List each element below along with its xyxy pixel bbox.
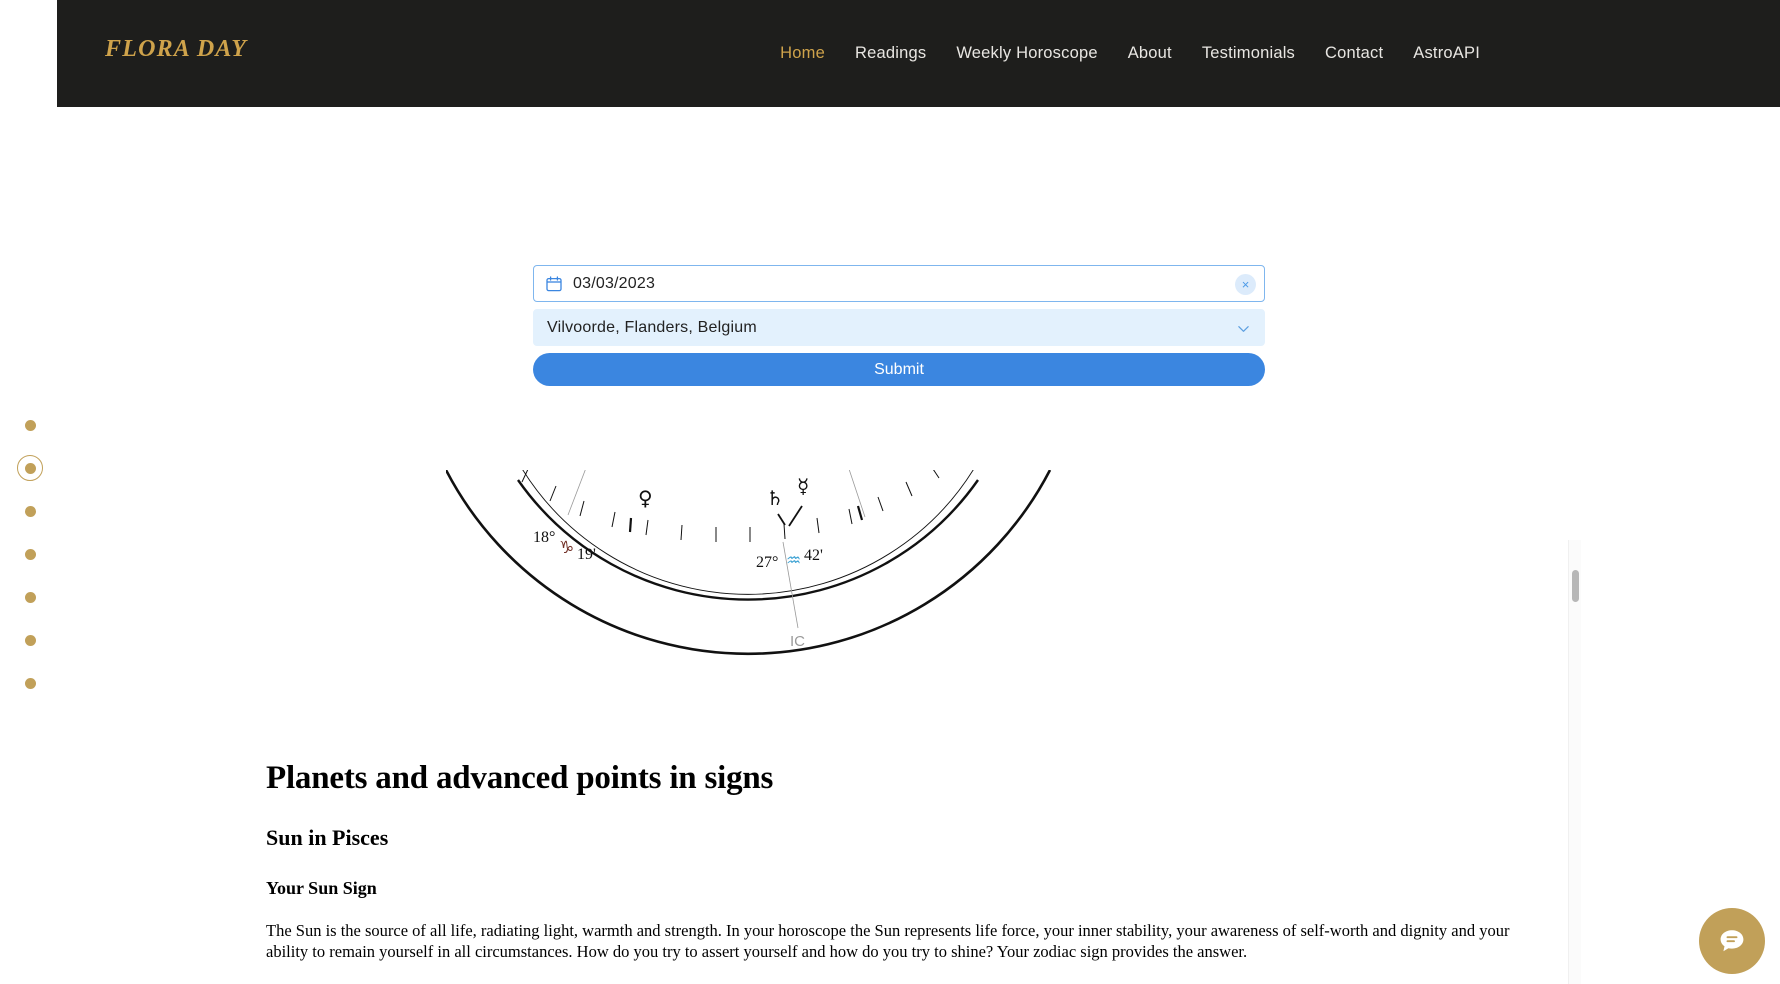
dot-nav-item-5[interactable]: [17, 584, 43, 610]
subsection-heading-your-sun-sign: Your Sun Sign: [266, 878, 377, 898]
chart-degree-ticks: [521, 470, 940, 542]
dot-nav-item-2-active[interactable]: [17, 455, 43, 481]
chevron-down-icon: [1238, 326, 1249, 332]
nav-item-about[interactable]: About: [1128, 44, 1172, 63]
nav-item-readings[interactable]: Readings: [855, 44, 926, 63]
natal-chart-wheel[interactable]: ♀ ♄ ☿ 18° ♑ 19' 27° ♒ 42' IC: [446, 470, 1146, 670]
date-input-value[interactable]: 03/03/2023: [573, 275, 655, 293]
dot-icon: [24, 548, 36, 560]
date-clear-button[interactable]: ×: [1235, 274, 1256, 295]
page-root: FLORA DAY Home Readings Weekly Horoscope…: [0, 0, 1780, 984]
chart-major-ticks: [628, 505, 864, 533]
cusp-degree-aquarius: 27°: [756, 554, 778, 571]
cusp-degree-capricorn: 18°: [533, 529, 555, 546]
planet-glyph-saturn[interactable]: ♄: [766, 486, 784, 510]
dot-icon: [24, 419, 36, 431]
chat-bubble-icon: [1720, 930, 1744, 952]
main-navigation: Home Readings Weekly Horoscope About Tes…: [780, 0, 1480, 107]
planet-glyph-mercury[interactable]: ☿: [797, 474, 809, 498]
site-logo[interactable]: FLORA DAY: [105, 36, 247, 63]
inner-content-scrollbar[interactable]: [1568, 540, 1581, 984]
section-heading-sun-in-pisces: Sun in Pisces: [266, 825, 389, 850]
site-header: FLORA DAY Home Readings Weekly Horoscope…: [57, 0, 1780, 107]
dot-icon: [24, 462, 36, 474]
nav-item-astroapi[interactable]: AstroAPI: [1413, 44, 1480, 63]
chart-outer-ring: [446, 470, 1052, 656]
date-input-wrapper[interactable]: 03/03/2023 ×: [533, 265, 1265, 302]
section-dot-navigation: [17, 412, 43, 696]
submit-button[interactable]: Submit: [533, 353, 1265, 386]
calendar-icon: [546, 275, 562, 291]
nav-item-contact[interactable]: Contact: [1325, 44, 1383, 63]
nav-item-home[interactable]: Home: [780, 44, 825, 63]
dot-icon: [24, 634, 36, 646]
dot-nav-item-7[interactable]: [17, 670, 43, 696]
interpretation-article: Planets and advanced points in signs Sun…: [266, 760, 1551, 984]
nav-item-testimonials[interactable]: Testimonials: [1202, 44, 1295, 63]
scrollbar-thumb[interactable]: [1572, 570, 1579, 602]
ic-label: IC: [790, 633, 805, 650]
dot-nav-item-1[interactable]: [17, 412, 43, 438]
dot-nav-item-3[interactable]: [17, 498, 43, 524]
nav-item-weekly-horoscope[interactable]: Weekly Horoscope: [956, 44, 1097, 63]
section-paragraph-sun: The Sun is the source of all life, radia…: [266, 921, 1510, 962]
dot-icon: [24, 591, 36, 603]
birth-data-form: 03/03/2023 × Vilvoorde, Flanders, Belgiu…: [533, 265, 1265, 386]
dot-nav-item-6[interactable]: [17, 627, 43, 653]
chat-button[interactable]: [1699, 908, 1765, 974]
cusp-minutes-aquarius: 42': [804, 547, 823, 564]
sign-glyph-aquarius: ♒: [786, 551, 801, 571]
cusp-minutes-capricorn: 19': [577, 546, 596, 563]
location-select-value[interactable]: Vilvoorde, Flanders, Belgium: [547, 319, 757, 337]
dot-icon: [24, 505, 36, 517]
dot-nav-item-4[interactable]: [17, 541, 43, 567]
planet-glyph-venus[interactable]: ♀: [638, 486, 653, 510]
dot-icon: [24, 677, 36, 689]
article-heading: Planets and advanced points in signs: [266, 760, 774, 796]
location-select-wrapper[interactable]: Vilvoorde, Flanders, Belgium: [533, 309, 1265, 346]
sign-glyph-capricorn: ♑: [559, 538, 574, 558]
